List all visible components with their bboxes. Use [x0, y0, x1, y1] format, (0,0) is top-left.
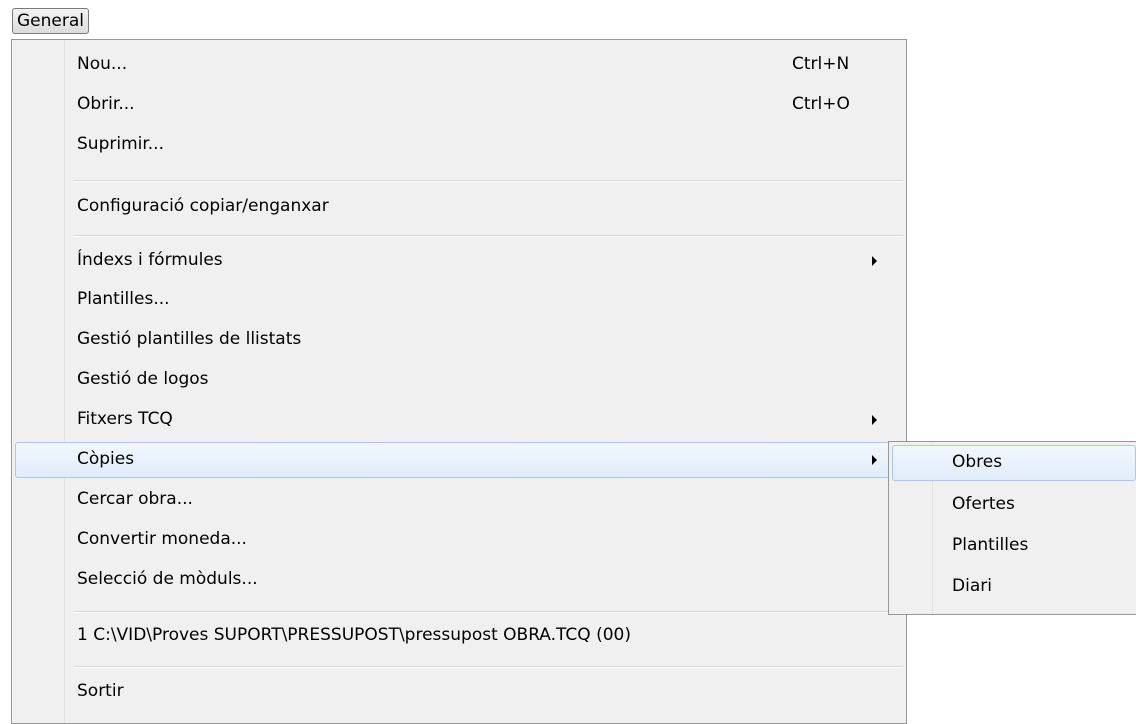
menu-item-gestio-logos[interactable]: Gestió de logos [15, 362, 903, 398]
copies-submenu: Obres Ofertes Plantilles Diari [888, 441, 1136, 615]
menu-item-cercar-obra[interactable]: Cercar obra... [15, 482, 903, 518]
menu-item-label: 1 C:\VID\Proves SUPORT\PRESSUPOST\pressu… [77, 625, 631, 645]
submenu-item-label: Plantilles [952, 535, 1029, 555]
menu-item-seleccio-moduls[interactable]: Selecció de mòduls... [15, 562, 903, 598]
submenu-item-plantilles[interactable]: Plantilles [892, 528, 1136, 564]
menu-item-label: Selecció de mòduls... [77, 569, 258, 589]
menu-item-label: Índexs i fórmules [77, 250, 223, 270]
menu-item-sortir[interactable]: Sortir [15, 674, 903, 710]
menu-item-label: Sortir [77, 681, 124, 701]
submenu-item-ofertes[interactable]: Ofertes [892, 487, 1136, 523]
menu-item-nou[interactable]: Nou... Ctrl+N [15, 47, 903, 83]
menu-item-indexs-i-formules[interactable]: Índexs i fórmules [15, 243, 903, 279]
menu-item-plantilles[interactable]: Plantilles... [15, 282, 903, 318]
menu-item-copies[interactable]: Còpies [15, 442, 903, 478]
menu-item-shortcut: Ctrl+N [792, 54, 850, 74]
menu-item-label: Gestió plantilles de llistats [77, 329, 302, 349]
menu-item-label: Còpies [77, 449, 135, 469]
menu-separator [74, 666, 903, 668]
submenu-item-obres[interactable]: Obres [892, 445, 1136, 481]
menu-separator [74, 180, 903, 182]
menu-item-recent-file-1[interactable]: 1 C:\VID\Proves SUPORT\PRESSUPOST\pressu… [15, 618, 903, 654]
chevron-right-icon [872, 256, 877, 266]
menu-item-label: Cercar obra... [77, 489, 193, 509]
submenu-item-label: Diari [952, 576, 992, 596]
submenu-item-diari[interactable]: Diari [892, 569, 1136, 605]
general-menu-button[interactable]: General [12, 8, 89, 34]
menu-item-label: Configuració copiar/enganxar [77, 196, 329, 216]
menu-item-label: Suprimir... [77, 134, 164, 154]
chevron-right-icon [872, 455, 877, 465]
menu-item-fitxers-tcq[interactable]: Fitxers TCQ [15, 402, 903, 438]
general-dropdown-menu: Nou... Ctrl+N Obrir... Ctrl+O Suprimir..… [11, 39, 907, 724]
menu-item-label: Obrir... [77, 94, 135, 114]
submenu-item-label: Ofertes [952, 494, 1015, 514]
menu-item-label: Fitxers TCQ [77, 409, 173, 429]
chevron-right-icon [872, 415, 877, 425]
menu-item-gestio-plantilles-llistats[interactable]: Gestió plantilles de llistats [15, 322, 903, 358]
menu-item-obrir[interactable]: Obrir... Ctrl+O [15, 87, 903, 123]
menu-item-label: Plantilles... [77, 289, 170, 309]
menu-item-label: Gestió de logos [77, 369, 209, 389]
menu-item-convertir-moneda[interactable]: Convertir moneda... [15, 522, 903, 558]
menu-item-configuracio-copiar-enganxar[interactable]: Configuració copiar/enganxar [15, 189, 903, 225]
menu-item-suprimir[interactable]: Suprimir... [15, 127, 903, 163]
menu-item-shortcut: Ctrl+O [792, 94, 850, 114]
menu-separator [74, 611, 903, 613]
menu-separator [74, 235, 903, 237]
menu-item-label: Nou... [77, 54, 128, 74]
menu-item-label: Convertir moneda... [77, 529, 247, 549]
submenu-item-label: Obres [952, 452, 1003, 472]
